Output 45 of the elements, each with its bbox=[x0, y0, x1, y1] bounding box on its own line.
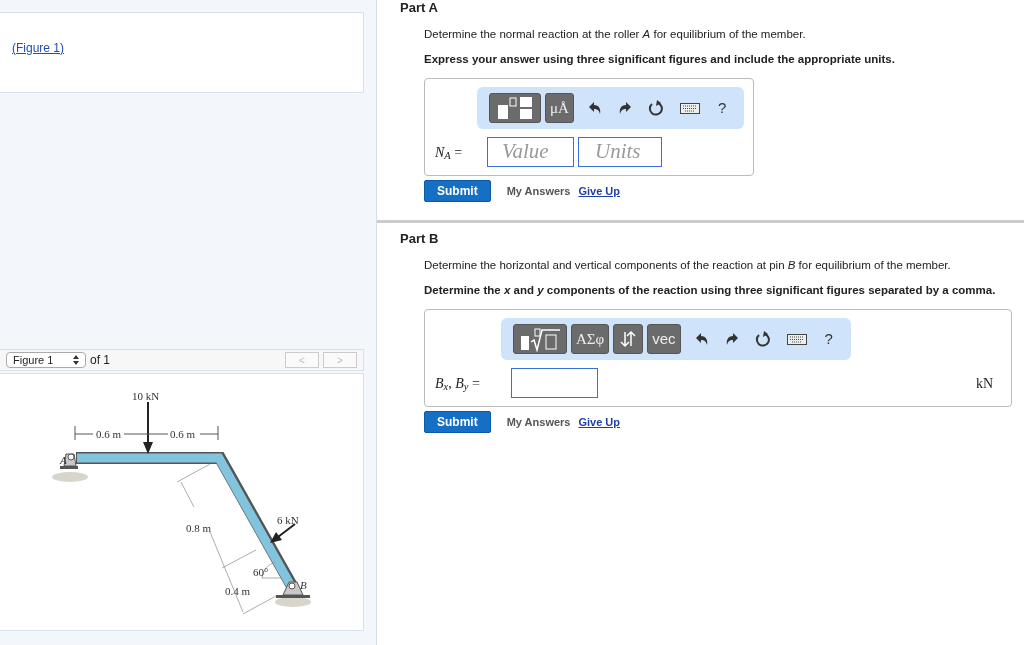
part-title: Part A bbox=[400, 0, 439, 16]
load-label: 10 kN bbox=[132, 390, 160, 402]
question-text: Determine the horizontal and vertical components of the reaction at pin B for equilibrium of the member. bbox=[424, 257, 952, 273]
question-text: Determine the normal reaction at the roller A for equilibrium of the member. bbox=[424, 26, 807, 42]
page-count: of 1 bbox=[90, 352, 110, 369]
dimension-label: 0.8 m bbox=[186, 522, 212, 534]
instruction-text: Determine the x and y components of the reaction using three significant figures separated by a comma. bbox=[424, 282, 997, 298]
keyboard-icon[interactable] bbox=[786, 333, 807, 345]
redo-icon[interactable] bbox=[724, 332, 739, 347]
figure-select[interactable]: Figure 1 bbox=[6, 352, 86, 368]
part-title: Part B bbox=[400, 231, 440, 247]
value-field[interactable] bbox=[511, 368, 598, 399]
answer-label: B$_{x}$, B$_{y}$ = bbox=[435, 374, 481, 394]
instruction-text: Express your answer using three significant figures and include the appropriate units. bbox=[424, 51, 896, 67]
my-answers-link[interactable]: My Answers bbox=[506, 413, 571, 431]
value-field[interactable]: Value bbox=[487, 137, 574, 168]
redo-icon[interactable] bbox=[617, 101, 632, 116]
unit-label: kN bbox=[975, 374, 993, 393]
submit-button[interactable]: Submit bbox=[424, 411, 491, 434]
dimension-label: 0.6 m bbox=[170, 428, 196, 440]
angle-label: 60° bbox=[253, 566, 269, 578]
symbol-button[interactable]: μÅ bbox=[545, 93, 574, 124]
help-button[interactable]: ? bbox=[818, 326, 839, 352]
dimension-label: 0.4 m bbox=[225, 585, 251, 597]
reset-icon[interactable] bbox=[754, 331, 771, 348]
my-answers-link[interactable]: My Answers bbox=[506, 182, 571, 200]
units-field[interactable]: Units bbox=[578, 137, 662, 168]
figure-link[interactable]: (Figure 1) bbox=[12, 41, 64, 55]
give-up-link[interactable]: Give Up bbox=[578, 182, 621, 200]
undo-icon[interactable] bbox=[694, 332, 709, 347]
dimension-label: 0.6 m bbox=[96, 428, 122, 440]
undo-icon[interactable] bbox=[587, 101, 602, 116]
spinner-icon bbox=[73, 355, 79, 365]
give-up-link[interactable]: Give Up bbox=[578, 413, 621, 431]
answer-label: N$_{A}$ = bbox=[435, 143, 464, 163]
symbol-button[interactable]: ΑΣφ bbox=[571, 324, 610, 355]
submit-button[interactable]: Submit bbox=[424, 180, 491, 203]
point-label: A bbox=[60, 454, 67, 466]
help-button[interactable]: ? bbox=[711, 95, 733, 121]
symbol-button[interactable]: vec bbox=[647, 324, 681, 355]
reset-icon[interactable] bbox=[647, 100, 664, 117]
load-label: 6 kN bbox=[277, 514, 299, 526]
radical-template-icon[interactable] bbox=[518, 326, 562, 353]
point-label: B bbox=[300, 579, 307, 591]
keyboard-icon[interactable] bbox=[679, 102, 700, 114]
